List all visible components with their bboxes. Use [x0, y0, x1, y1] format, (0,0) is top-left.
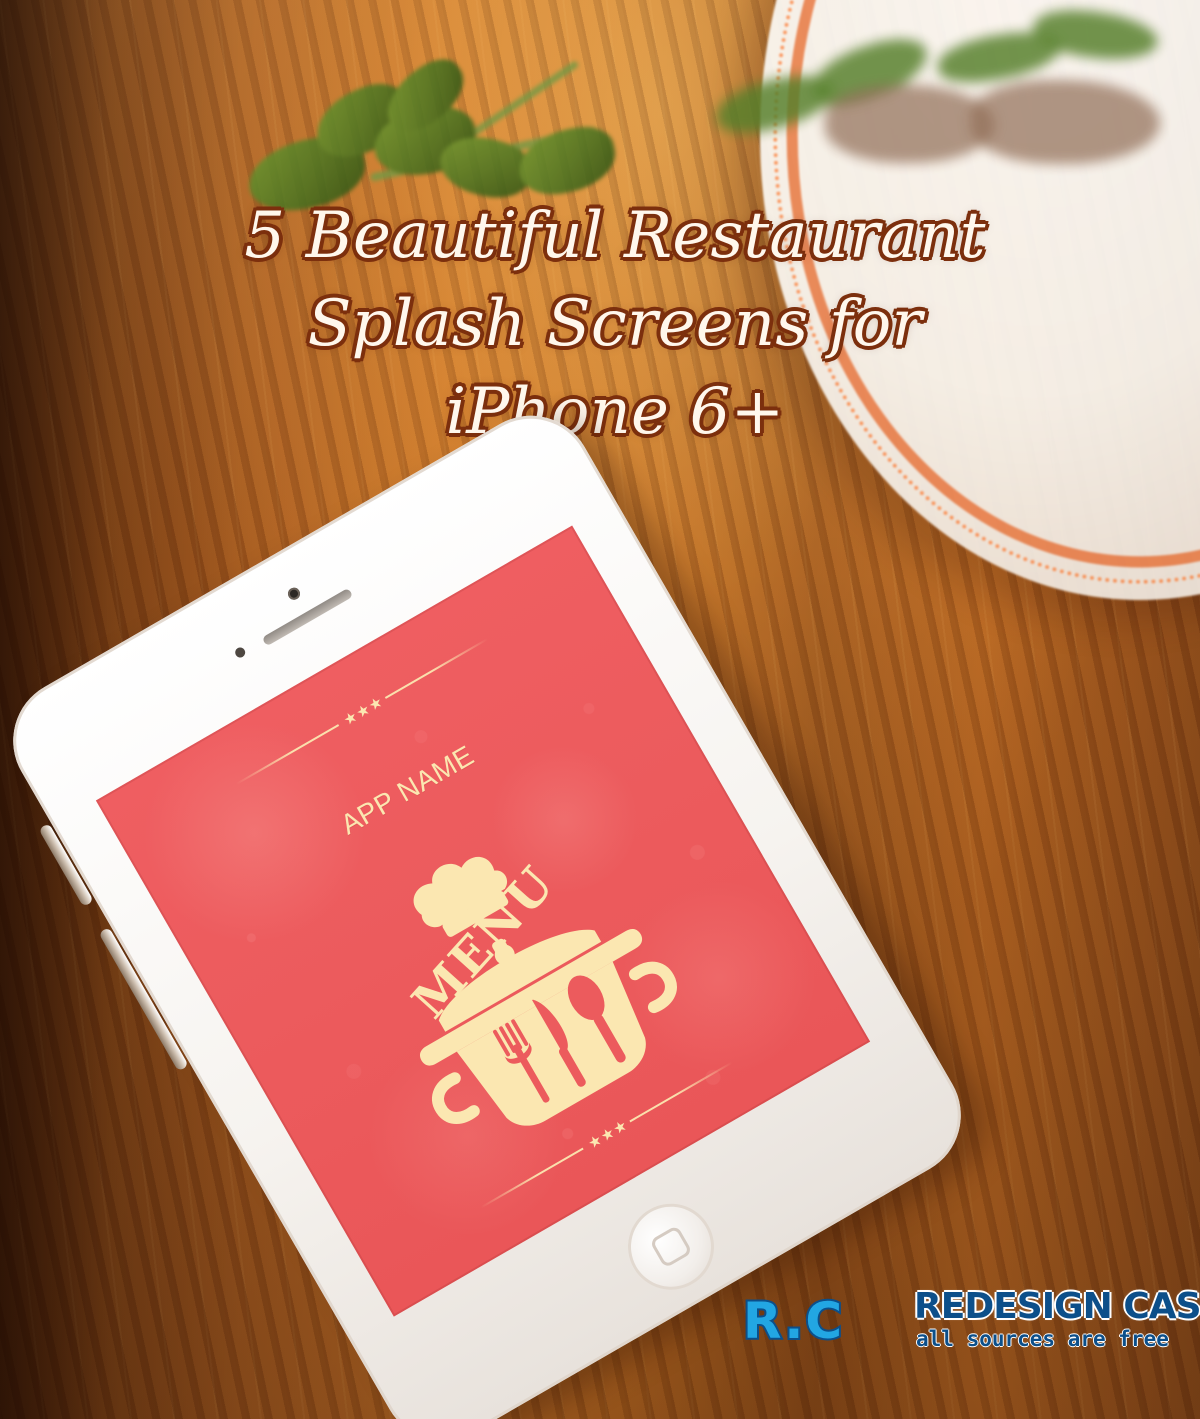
rc-logo-icon: R.C — [741, 1290, 844, 1351]
scene: 5 Beautiful Restaurant Splash Screens fo… — [0, 0, 1200, 1419]
headline: 5 Beautiful Restaurant Splash Screens fo… — [225, 192, 1005, 456]
phone-camera — [285, 585, 303, 602]
brand-lockup: R.C REDESIGN CASE all sources are free — [738, 1285, 1200, 1360]
top-ornament-left-line — [235, 724, 340, 785]
top-stars: ★★★ — [340, 692, 387, 730]
phone-sensor — [233, 645, 248, 660]
bottom-stars: ★★★ — [584, 1115, 632, 1153]
home-button[interactable] — [612, 1187, 730, 1306]
brand-title: REDESIGN CASE — [914, 1286, 1200, 1327]
top-ornament-right-line — [384, 638, 489, 699]
headline-line-3: iPhone 6+ — [445, 375, 785, 449]
brand-mark: R.C — [738, 1289, 908, 1351]
headline-line-1: 5 Beautiful Restaurant — [244, 199, 986, 273]
brand-mark-text: R.C — [743, 1292, 844, 1350]
brand-tagline: all sources are free — [916, 1327, 1169, 1351]
phone-speaker — [261, 587, 354, 647]
headline-line-2: Splash Screens for — [307, 287, 923, 361]
